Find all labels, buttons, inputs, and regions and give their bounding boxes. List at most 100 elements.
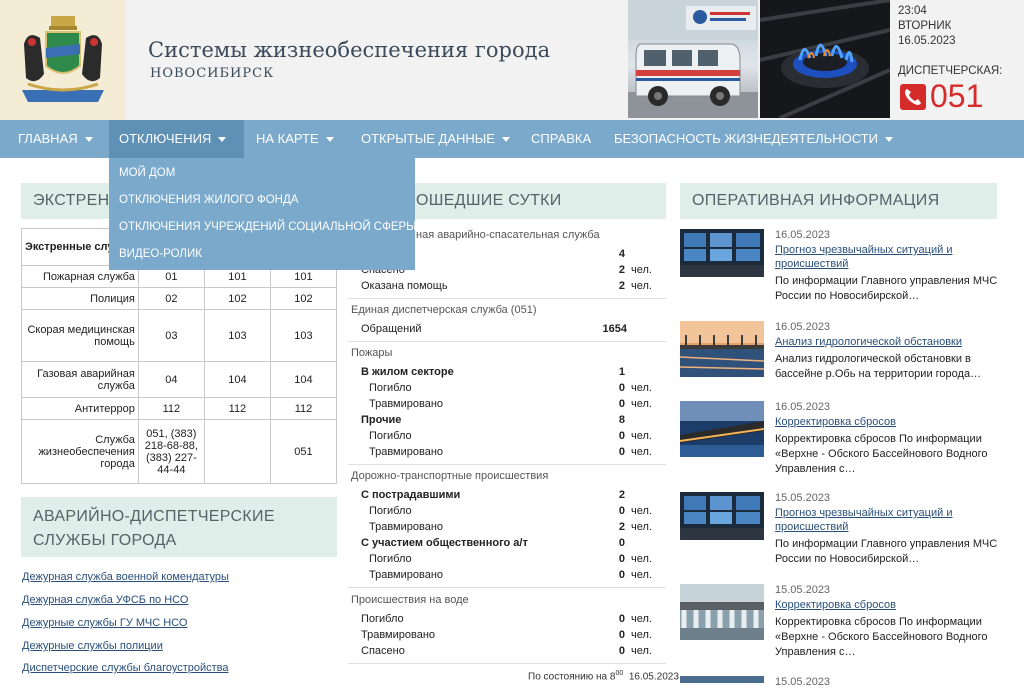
news-date: 16.05.2023: [775, 229, 831, 241]
rescue-van-photo: [628, 0, 758, 118]
stat-unit: чел.: [631, 382, 652, 394]
service-number: 103: [269, 309, 338, 362]
nav-item-map[interactable]: НА КАРТЕ: [246, 120, 344, 158]
stat-value: 0: [618, 446, 625, 458]
river-dam-thumbnail[interactable]: [680, 321, 764, 377]
stat-unit: чел.: [631, 569, 652, 581]
service-name: Служба жизнеобеспечения города: [21, 419, 139, 484]
stats-timestamp: По состоянию на 800 16.05.2023: [528, 670, 679, 682]
dispatch-services-heading: АВАРИЙНО-ДИСПЕТЧЕРСКИЕ СЛУЖБЫ ГОРОДА: [21, 497, 337, 557]
table-row: Полиция 02 102 102: [21, 287, 338, 310]
stat-value: 0: [618, 629, 625, 641]
chevron-down-icon: [218, 137, 227, 143]
service-number: 102: [203, 287, 271, 310]
dispatch-number[interactable]: 051: [930, 78, 983, 114]
stat-value: 2: [618, 264, 625, 276]
timestamp-date: 16.05.2023: [628, 671, 679, 683]
chevron-down-icon: [325, 137, 334, 143]
dropdown-item-housing[interactable]: ОТКЛЮЧЕНИЯ ЖИЛОГО ФОНДА: [119, 194, 298, 206]
section-title: Происшествия на воде: [351, 594, 469, 606]
clock-weekday: ВТОРНИК: [898, 20, 952, 32]
stat-label: Травмировано: [369, 446, 444, 458]
gas-burner-photo: [760, 0, 890, 118]
news-date: 15.05.2023: [775, 584, 831, 596]
service-number: 104: [269, 361, 338, 398]
stat-unit: чел.: [631, 613, 652, 625]
section-title: Дорожно-транспортные происшествия: [351, 470, 549, 482]
news-title-link[interactable]: Корректировка сбросов: [775, 415, 1000, 429]
stat-label: Травмировано: [369, 569, 444, 581]
nav-item-label: БЕЗОПАСНОСТЬ ЖИЗНЕДЕЯТЕЛЬНОСТИ: [614, 131, 878, 146]
dropdown-item-my-home[interactable]: МОЙ ДОМ: [119, 167, 175, 179]
link-fsb[interactable]: Дежурная служба УФСБ по НСО: [22, 594, 188, 606]
link-mchs[interactable]: Дежурные службы ГУ МЧС НСО: [22, 617, 187, 629]
service-number: 051: [269, 419, 338, 484]
logo-area[interactable]: [0, 0, 126, 120]
dropdown-item-video[interactable]: ВИДЕО-РОЛИК: [119, 248, 202, 260]
stat-label: Травмировано: [369, 521, 444, 533]
nav-item-label: ГЛАВНАЯ: [18, 131, 78, 146]
news-thumbnail[interactable]: [680, 676, 764, 683]
stat-unit: чел.: [631, 505, 652, 517]
dropdown-item-social[interactable]: ОТКЛЮЧЕНИЯ УЧРЕЖДЕНИЙ СОЦИАЛЬНОЙ СФЕРЫ: [119, 221, 416, 233]
timestamp-superscript: 00: [615, 670, 624, 677]
control-room-thumbnail[interactable]: [680, 492, 764, 540]
stat-value: 0: [618, 569, 625, 581]
service-name: Скорая медицинская помощь: [21, 309, 139, 362]
control-room-thumbnail[interactable]: [680, 229, 764, 277]
nav-item-outages[interactable]: ОТКЛЮЧЕНИЯ: [109, 120, 244, 158]
link-military-commandant[interactable]: Дежурная служба военной комендатуры: [22, 571, 229, 583]
divider: [348, 298, 666, 299]
service-name: Газовая аварийная служба: [21, 361, 139, 398]
outages-dropdown-menu: МОЙ ДОМ ОТКЛЮЧЕНИЯ ЖИЛОГО ФОНДА ОТКЛЮЧЕН…: [109, 158, 416, 270]
service-number: 104: [203, 361, 271, 398]
link-police[interactable]: Дежурные службы полиции: [22, 640, 163, 652]
news-title-link[interactable]: Прогноз чрезвычайных ситуаций и происшес…: [775, 243, 1000, 271]
stat-value: 0: [618, 537, 625, 549]
stat-label: Травмировано: [369, 398, 444, 410]
divider: [348, 663, 666, 664]
news-title-link[interactable]: Анализ гидрологической обстановки: [775, 335, 1000, 349]
service-number: 03: [137, 309, 205, 362]
link-improvement[interactable]: Диспетчерские службы благоустройства: [22, 662, 229, 674]
news-excerpt: Корректировка сбросов По информации «Вер…: [775, 616, 988, 658]
service-number: 112: [137, 397, 205, 420]
nav-item-label: СПРАВКА: [531, 131, 592, 146]
nav-item-main[interactable]: ГЛАВНАЯ: [8, 120, 103, 158]
section-title: Пожары: [351, 347, 393, 359]
news-date: 15.05.2023: [775, 676, 831, 688]
dispatch-label: ДИСПЕТЧЕРСКАЯ:: [898, 65, 1003, 77]
timestamp-prefix: По состоянию на 8: [528, 671, 616, 683]
service-number: 112: [203, 397, 271, 420]
hydro-station-thumbnail[interactable]: [680, 401, 764, 457]
stat-label: Погибло: [369, 505, 412, 517]
stat-value: 8: [618, 414, 625, 426]
stat-value: 4: [618, 248, 625, 260]
stat-value: 0: [618, 505, 625, 517]
stat-label: С участием общественного а/т: [361, 537, 528, 549]
table-row: Служба жизнеобеспечения города 051, (383…: [21, 419, 338, 484]
nav-item-help[interactable]: СПРАВКА: [521, 120, 601, 158]
stat-label: Травмировано: [361, 629, 436, 641]
stat-unit: чел.: [631, 280, 652, 292]
service-number: 102: [269, 287, 338, 310]
nav-item-safety[interactable]: БЕЗОПАСНОСТЬ ЖИЗНЕДЕЯТЕЛЬНОСТИ: [604, 120, 903, 158]
stat-unit: чел.: [631, 521, 652, 533]
service-name: Антитеррор: [21, 397, 139, 420]
nav-item-label: НА КАРТЕ: [256, 131, 319, 146]
stat-label: Погибло: [369, 430, 412, 442]
stat-label: Оказана помощь: [361, 280, 448, 292]
news-title-link[interactable]: Корректировка сбросов: [775, 598, 1000, 612]
news-date: 15.05.2023: [775, 492, 831, 504]
nav-item-open-data[interactable]: ОТКРЫТЫЕ ДАННЫЕ: [351, 120, 520, 158]
operational-info-heading: ОПЕРАТИВНАЯ ИНФОРМАЦИЯ: [680, 183, 997, 219]
city-crest-icon: [22, 16, 104, 102]
clock-time: 23:04: [898, 5, 927, 17]
stat-unit: чел.: [631, 629, 652, 641]
stat-value: 1: [618, 366, 625, 378]
stat-unit: чел.: [631, 553, 652, 565]
news-title-link[interactable]: Прогноз чрезвычайных ситуаций и происшес…: [775, 506, 1000, 534]
stat-unit: чел.: [631, 446, 652, 458]
nav-item-label: ОТКРЫТЫЕ ДАННЫЕ: [361, 131, 495, 146]
dam-spillway-thumbnail[interactable]: [680, 584, 764, 640]
